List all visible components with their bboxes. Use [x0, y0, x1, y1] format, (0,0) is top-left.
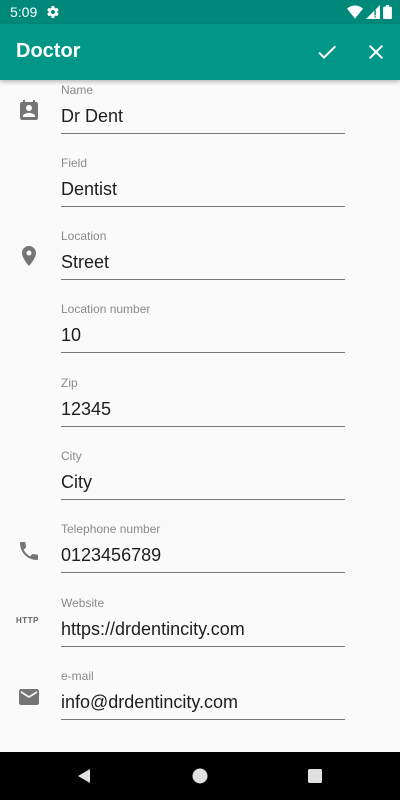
website-field: HTTP Website	[0, 596, 400, 669]
location-input[interactable]	[61, 245, 345, 280]
website-label: Website	[61, 596, 105, 610]
wifi-icon	[347, 5, 363, 19]
field-label: Field	[61, 156, 88, 170]
phone-icon	[20, 542, 38, 560]
recents-icon[interactable]	[305, 766, 325, 786]
location-number-field: Location number	[0, 302, 400, 375]
battery-icon	[383, 5, 392, 19]
city-label: City	[61, 449, 82, 463]
zip-field: Zip	[0, 376, 400, 449]
check-icon[interactable]	[315, 40, 339, 64]
email-icon	[19, 689, 39, 705]
email-input[interactable]	[61, 685, 345, 720]
navigation-bar	[0, 752, 400, 800]
website-input[interactable]	[61, 612, 345, 647]
zip-label: Zip	[61, 376, 78, 390]
status-time: 5:09	[10, 4, 38, 20]
telephone-label: Telephone number	[61, 522, 161, 536]
email-label: e-mail	[61, 669, 94, 683]
contact-card-icon	[20, 100, 38, 120]
location-label: Location	[61, 229, 107, 243]
telephone-field: Telephone number	[0, 522, 400, 595]
location-number-input[interactable]	[61, 318, 345, 353]
back-icon[interactable]	[74, 766, 94, 786]
name-input[interactable]	[61, 99, 345, 134]
field-field: Field	[0, 156, 400, 229]
doctor-form: Name Field Location Location number Zip …	[0, 80, 400, 750]
city-input[interactable]	[61, 465, 345, 500]
status-bar: 5:09	[0, 0, 400, 24]
city-field: City	[0, 449, 400, 522]
location-field: Location	[0, 229, 400, 302]
email-field: e-mail	[0, 669, 400, 742]
page-title: Doctor	[16, 40, 81, 62]
app-bar: Doctor	[0, 24, 400, 80]
http-icon: HTTP	[16, 616, 39, 625]
name-label: Name	[61, 83, 94, 97]
close-icon[interactable]	[364, 40, 388, 64]
field-input[interactable]	[61, 172, 345, 207]
telephone-input[interactable]	[61, 538, 345, 573]
location-pin-icon	[22, 246, 36, 266]
signal-icon	[366, 5, 380, 19]
home-icon[interactable]	[190, 766, 210, 786]
zip-input[interactable]	[61, 392, 345, 427]
settings-gear-icon	[47, 6, 59, 18]
location-number-label: Location number	[61, 302, 151, 316]
name-field: Name	[0, 83, 400, 156]
